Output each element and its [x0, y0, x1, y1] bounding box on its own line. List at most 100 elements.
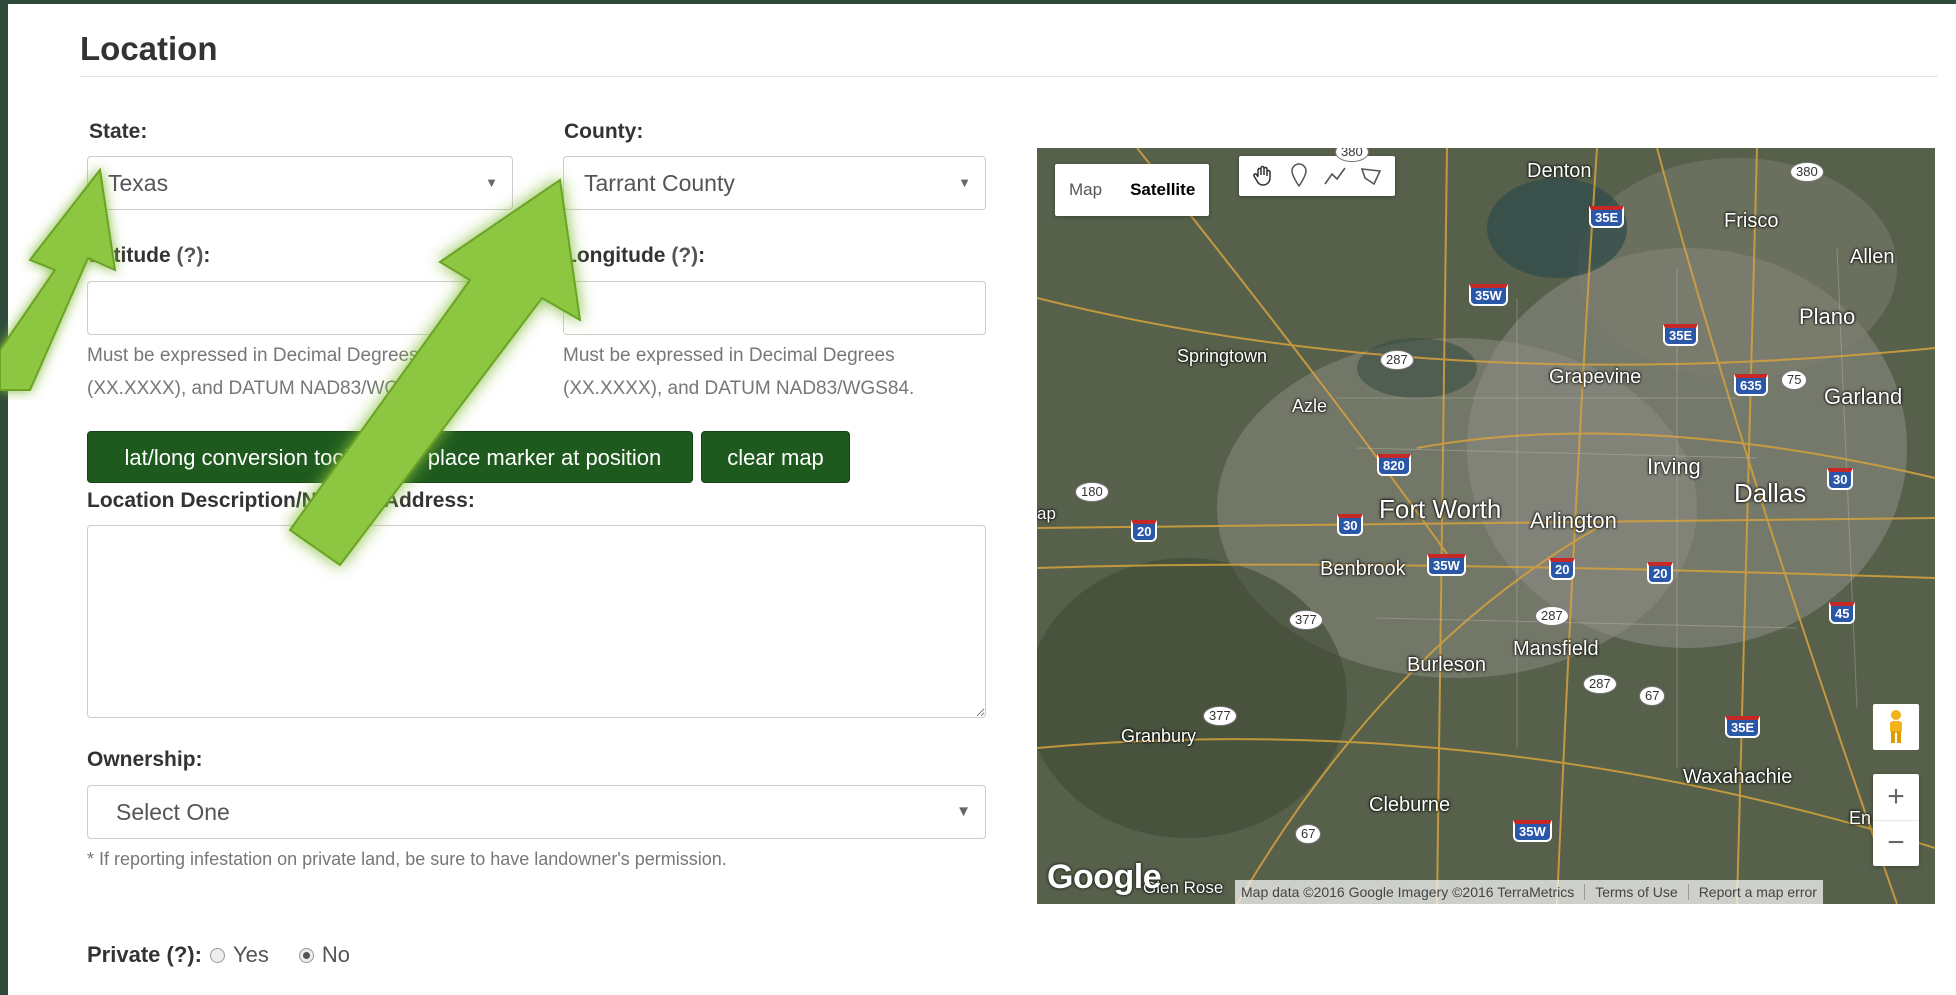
interstate-shield: 35E	[1589, 206, 1625, 228]
city-label: Frisco	[1724, 210, 1779, 232]
longitude-input[interactable]	[563, 281, 986, 335]
latitude-input[interactable]	[87, 281, 513, 335]
interstate-shield: 20	[1131, 520, 1158, 542]
city-label: ap	[1037, 504, 1056, 523]
map-type-control: Map Satellite	[1055, 164, 1210, 216]
chevron-down-icon: ▼	[958, 175, 971, 190]
state-select[interactable]: Texas ▼	[87, 156, 513, 210]
private-radio-group: Private (?): Yes No	[87, 942, 350, 968]
county-label: County:	[564, 120, 644, 143]
city-label: Allen	[1850, 246, 1895, 268]
polygon-icon[interactable]	[1355, 160, 1387, 192]
city-label: Burleson	[1407, 654, 1486, 676]
interstate-shield: 20	[1549, 558, 1576, 580]
google-logo: Google	[1047, 858, 1162, 896]
section-divider	[80, 76, 1938, 77]
city-label: Grapevine	[1549, 366, 1642, 388]
interstate-shield: 45	[1829, 602, 1856, 624]
county-value: Tarrant County	[584, 170, 735, 196]
interstate-shield: 35W	[1513, 820, 1552, 842]
city-label: Plano	[1799, 304, 1856, 329]
longitude-help-text: Must be expressed in Decimal Degrees (XX…	[563, 345, 915, 399]
longitude-label-text: Longitude	[564, 244, 666, 267]
city-label: Waxahachie	[1683, 766, 1793, 788]
divider	[1687, 884, 1689, 900]
satellite-map[interactable]: Map Satellite Denton Frisco Allen Plano …	[1037, 148, 1935, 904]
longitude-label: Longitude (?):	[564, 244, 705, 268]
terms-of-use-link[interactable]: Terms of Use	[1595, 884, 1677, 900]
private-label: Private (?):	[87, 942, 202, 967]
interstate-shield: 20	[1647, 562, 1674, 584]
interstate-shield: 30	[1337, 514, 1364, 536]
city-label: Fort Worth	[1379, 494, 1502, 524]
location-description-textarea[interactable]	[87, 525, 986, 718]
city-label: Denton	[1527, 160, 1592, 182]
city-label: Cleburne	[1369, 794, 1451, 816]
map-type-satellite-button[interactable]: Satellite	[1116, 180, 1209, 200]
route-shield: 287	[1583, 674, 1617, 694]
divider	[1584, 884, 1586, 900]
state-value: Texas	[108, 170, 169, 196]
route-shield: 287	[1380, 350, 1414, 370]
latitude-help-text: Must be expressed in Decimal Degrees (XX…	[87, 345, 439, 399]
interstate-shield: 35E	[1663, 324, 1699, 346]
city-label: Irving	[1647, 454, 1701, 479]
zoom-out-button[interactable]: −	[1873, 821, 1919, 867]
private-yes-label: Yes	[232, 942, 269, 967]
zoom-in-button[interactable]: +	[1873, 774, 1919, 820]
private-yes-radio[interactable]	[209, 947, 225, 963]
map-attribution: Map data ©2016 Google Imagery ©2016 Terr…	[1241, 884, 1575, 900]
city-label: Arlington	[1530, 508, 1617, 533]
pegman-icon[interactable]	[1873, 704, 1919, 750]
marker-icon[interactable]	[1283, 160, 1315, 192]
ownership-label: Ownership:	[87, 748, 203, 771]
map-type-map-button[interactable]: Map	[1055, 180, 1116, 200]
private-no-label: No	[321, 942, 350, 967]
city-label: Dallas	[1734, 478, 1807, 508]
chevron-down-icon: ▼	[956, 803, 971, 820]
state-label: State:	[89, 120, 148, 143]
ownership-value: Select One	[116, 799, 230, 825]
interstate-shield: 35W	[1469, 284, 1508, 306]
zoom-control: + −	[1873, 774, 1919, 866]
map-attribution-bar: Map data ©2016 Google Imagery ©2016 Terr…	[1235, 880, 1823, 904]
interstate-shield: 30	[1827, 468, 1854, 490]
interstate-shield: 35E	[1725, 716, 1761, 738]
city-label: Granbury	[1121, 726, 1197, 746]
route-shield: 287	[1535, 606, 1569, 626]
city-label: En	[1849, 808, 1872, 828]
city-label: Springtown	[1177, 346, 1268, 366]
interstate-shield: 35W	[1427, 554, 1466, 576]
ownership-note: * If reporting infestation on private la…	[87, 849, 727, 869]
clear-map-button[interactable]: clear map	[701, 431, 850, 483]
drawing-toolbar	[1239, 156, 1395, 196]
city-label: Benbrook	[1320, 558, 1406, 580]
private-help-link[interactable]: (?):	[167, 942, 202, 967]
interstate-shield: 635	[1734, 374, 1768, 396]
ownership-select[interactable]: Select One ▼	[87, 785, 986, 839]
latlong-conversion-button[interactable]: lat/long conversion tool	[87, 431, 387, 483]
city-label: Garland	[1824, 384, 1903, 409]
location-description-label: Location Description/Nearest Address:	[87, 489, 475, 512]
label-colon: :	[698, 244, 706, 267]
route-shield: 377	[1203, 706, 1237, 726]
route-shield: 180	[1075, 482, 1109, 502]
polyline-icon[interactable]	[1319, 160, 1351, 192]
county-select[interactable]: Tarrant County ▼	[563, 156, 986, 210]
latitude-label-text: Latitude	[89, 244, 171, 267]
chevron-down-icon: ▼	[485, 175, 498, 190]
private-no-radio[interactable]	[298, 947, 314, 963]
report-map-error-link[interactable]: Report a map error	[1699, 884, 1817, 900]
interstate-shield: 820	[1377, 454, 1411, 476]
latitude-label: Latitude (?):	[89, 244, 210, 268]
hand-icon[interactable]	[1247, 160, 1279, 192]
longitude-help-link[interactable]: (?)	[671, 244, 698, 267]
label-colon: :	[203, 244, 211, 267]
place-marker-button[interactable]: place marker at position	[396, 431, 693, 483]
city-label: Mansfield	[1513, 638, 1599, 660]
city-label: Azle	[1292, 396, 1328, 416]
map-imagery	[1037, 148, 1935, 904]
latitude-help-link[interactable]: (?)	[177, 244, 204, 267]
route-shield: 380	[1790, 162, 1824, 182]
route-shield: 377	[1289, 610, 1323, 630]
